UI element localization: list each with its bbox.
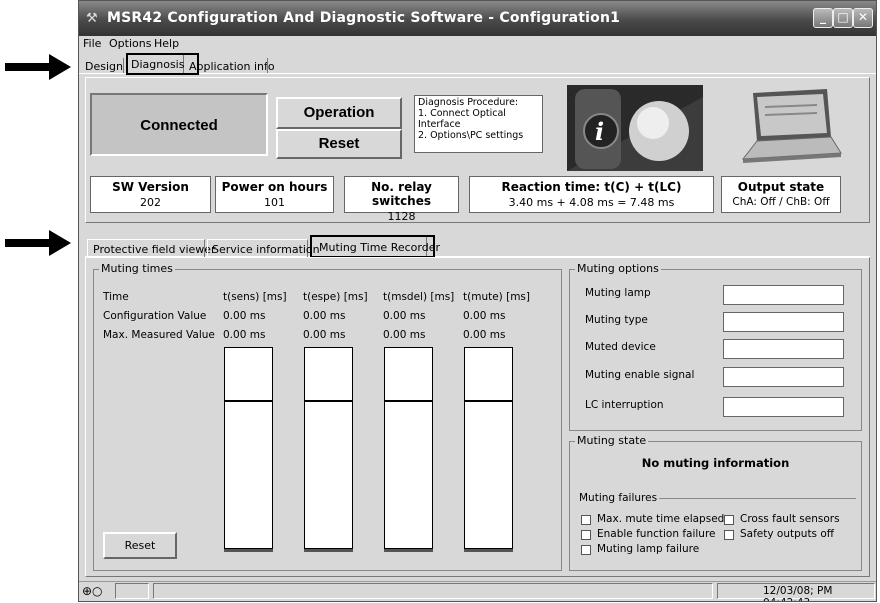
muting-options-label: Muting options [575, 262, 661, 275]
time-bar-tsens [224, 347, 273, 552]
close-button[interactable]: ✕ [853, 8, 873, 28]
maximize-button[interactable]: □ [833, 8, 853, 28]
tab-design[interactable]: Design [85, 60, 123, 73]
sw-version-box: SW Version 202 [90, 176, 211, 213]
relay-switches-label: No. relay switches [371, 180, 432, 208]
connection-status-box: Connected [90, 93, 268, 156]
menu-help[interactable]: Help [154, 37, 179, 50]
time-bar-tmsdel [384, 347, 433, 552]
menu-file[interactable]: File [83, 37, 101, 50]
max-value-tespe: 0.00 ms [303, 329, 346, 341]
power-on-hours-box: Power on hours 101 [215, 176, 334, 213]
tab-service-information[interactable]: Service information [212, 243, 320, 256]
failure-cross-fault: Cross fault sensors [740, 513, 840, 525]
muting-state-label: Muting state [575, 434, 649, 447]
config-value-tmsdel: 0.00 ms [383, 310, 426, 322]
max-value-tmsdel: 0.00 ms [383, 329, 426, 341]
muting-lamp-field[interactable] [723, 285, 844, 305]
checkbox-muting-lamp[interactable] [581, 545, 591, 555]
app-icon: ⚒ [86, 11, 98, 26]
diagnosis-procedure-note: Diagnosis Procedure: 1. Connect Optical … [414, 95, 543, 153]
connection-status: Connected [140, 117, 218, 134]
muted-device-label: Muted device [585, 341, 656, 353]
reaction-time-label: Reaction time: t(C) + t(LC) [501, 180, 682, 194]
title-bar: ⚒ MSR42 Configuration And Diagnostic Sof… [79, 1, 876, 36]
col-header-tsens: t(sens) [ms] [223, 291, 287, 303]
max-value-tmute: 0.00 ms [463, 329, 506, 341]
menu-bar: File Options Help [79, 36, 876, 51]
config-value-tespe: 0.00 ms [303, 310, 346, 322]
muting-type-label: Muting type [585, 314, 648, 326]
lc-interruption-label: LC interruption [585, 399, 664, 411]
status-datetime: 12/03/08; PM 04:42:43 [763, 585, 833, 601]
lc-interruption-field[interactable] [723, 397, 844, 417]
power-on-hours-label: Power on hours [221, 180, 328, 194]
row-label-time: Time [103, 291, 129, 303]
config-value-tsens: 0.00 ms [223, 310, 266, 322]
laptop-icon [741, 89, 842, 163]
power-on-hours-value: 101 [264, 196, 285, 209]
relay-switches-box: No. relay switches 1128 [344, 176, 459, 223]
menu-options[interactable]: Options [109, 37, 151, 50]
failure-max-mute-time: Max. mute time elapsed [597, 513, 725, 525]
sw-version-value: 202 [140, 196, 161, 209]
col-header-tmute: t(mute) [ms] [463, 291, 530, 303]
arrow-icon-diagnosis [5, 54, 71, 80]
failure-safety-outputs: Safety outputs off [740, 528, 835, 540]
muting-state-message: No muting information [641, 456, 790, 470]
checkbox-enable-function[interactable] [581, 530, 591, 540]
muting-failures-label: Muting failures [579, 492, 658, 504]
col-header-tespe: t(espe) [ms] [303, 291, 368, 303]
muting-type-field[interactable] [723, 312, 844, 332]
reset-connection-button[interactable]: Reset [276, 129, 402, 159]
output-state-value: ChA: Off / ChB: Off [732, 196, 830, 208]
app-window: ⚒ MSR42 Configuration And Diagnostic Sof… [78, 0, 877, 602]
checkbox-cross-fault[interactable] [724, 515, 734, 525]
muting-lamp-label: Muting lamp [585, 287, 651, 299]
muting-enable-signal-field[interactable] [723, 367, 844, 387]
status-bar: ⊕○ 12/03/08; PM 04:42:43 [79, 581, 876, 601]
row-label-config: Configuration Value [103, 310, 207, 322]
operation-button[interactable]: Operation [276, 97, 402, 129]
svg-text:i: i [595, 117, 604, 146]
time-bar-tmute [464, 347, 513, 552]
muting-times-label: Muting times [99, 262, 175, 275]
config-value-tmute: 0.00 ms [463, 310, 506, 322]
output-state-box: Output state ChA: Off / ChB: Off [721, 176, 841, 213]
failure-muting-lamp: Muting lamp failure [597, 543, 700, 555]
info-icon: i [567, 85, 703, 171]
checkbox-safety-outputs[interactable] [724, 530, 734, 540]
failure-enable-function: Enable function failure [597, 528, 716, 540]
reset-times-button[interactable]: Reset [103, 532, 177, 559]
row-label-max: Max. Measured Value [103, 329, 215, 341]
reaction-time-box: Reaction time: t(C) + t(LC) 3.40 ms + 4.… [469, 176, 714, 213]
minimize-button[interactable]: _ [813, 8, 833, 28]
status-plug-icon: ⊕○ [82, 584, 103, 598]
output-state-label: Output state [737, 180, 825, 194]
muting-enable-signal-label: Muting enable signal [585, 369, 695, 381]
col-header-tmsdel: t(msdel) [ms] [383, 291, 455, 303]
tab-protective-field-viewer[interactable]: Protective field viewer [93, 243, 216, 256]
sw-version-label: SW Version [112, 180, 189, 194]
relay-switches-value: 1128 [387, 210, 416, 223]
arrow-icon-muting-tab [5, 230, 71, 256]
muted-device-field[interactable] [723, 339, 844, 359]
reaction-time-value: 3.40 ms + 4.08 ms = 7.48 ms [508, 196, 675, 209]
max-value-tsens: 0.00 ms [223, 329, 266, 341]
window-title: MSR42 Configuration And Diagnostic Softw… [107, 10, 621, 26]
time-bar-tespe [304, 347, 353, 552]
checkbox-max-mute-time[interactable] [581, 515, 591, 525]
tab-application-info[interactable]: Application info [189, 60, 275, 73]
